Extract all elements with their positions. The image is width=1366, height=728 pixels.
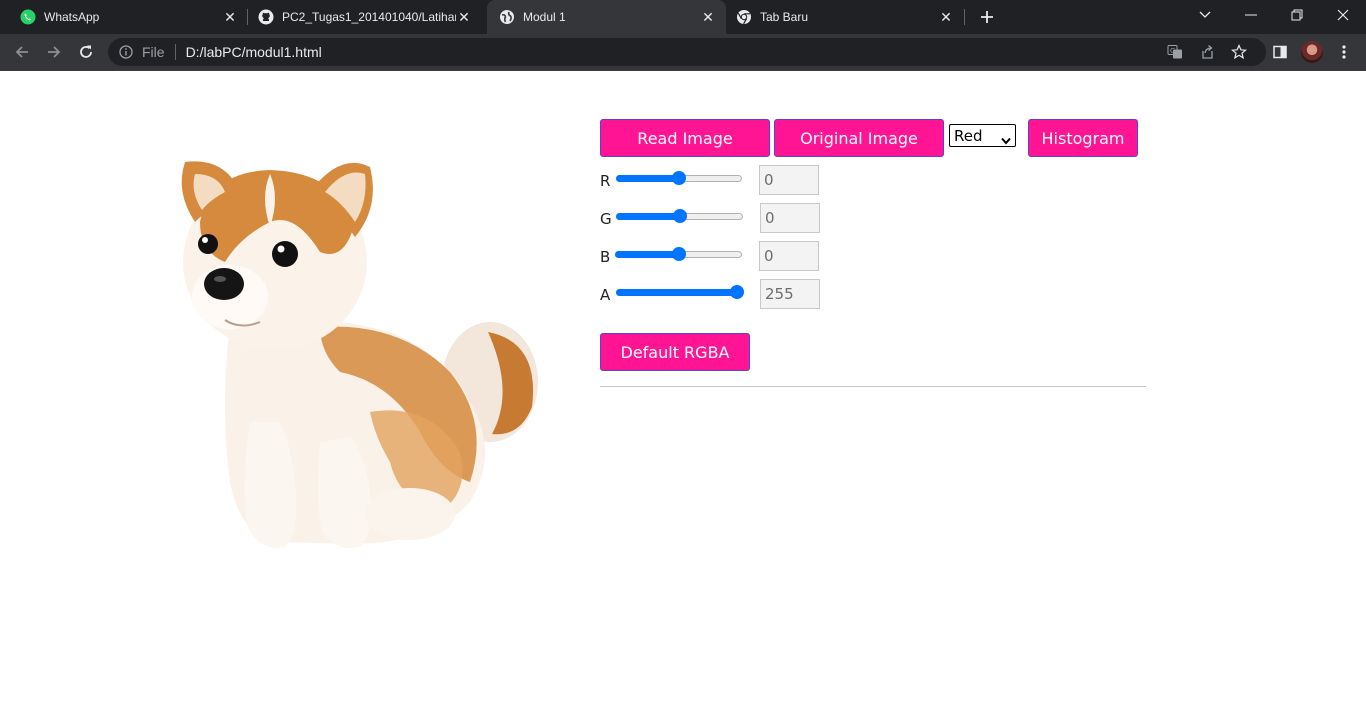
- url-text[interactable]: D:/labPC/modul1.html: [186, 44, 322, 60]
- slider-label-b: B: [600, 248, 611, 266]
- omnibox-divider: [174, 44, 176, 60]
- channel-select-value: Red: [954, 126, 983, 145]
- avatar: [1301, 41, 1323, 63]
- close-tab-icon[interactable]: ✕: [938, 9, 954, 25]
- tab-title: Tab Baru: [760, 10, 809, 24]
- g-value-field[interactable]: 0: [760, 203, 820, 233]
- tab-whatsapp[interactable]: WhatsApp ✕: [0, 0, 246, 34]
- r-value-field[interactable]: 0: [759, 165, 819, 195]
- slider-b[interactable]: [615, 246, 742, 262]
- translate-icon[interactable]: G: [1162, 38, 1188, 66]
- svg-text:G: G: [1170, 47, 1175, 55]
- address-bar[interactable]: File D:/labPC/modul1.html G: [108, 38, 1266, 66]
- close-window-icon[interactable]: [1320, 0, 1366, 30]
- globe-icon: [499, 9, 515, 25]
- original-image-button[interactable]: Original Image: [774, 119, 944, 157]
- read-image-button[interactable]: Read Image: [600, 119, 770, 157]
- minimize-icon[interactable]: [1228, 0, 1274, 30]
- bookmark-star-icon[interactable]: [1226, 38, 1252, 66]
- default-rgba-button[interactable]: Default RGBA: [600, 333, 750, 371]
- tab-separator: [964, 9, 965, 25]
- histogram-button[interactable]: Histogram: [1028, 119, 1138, 157]
- tab-title: PC2_Tugas1_201401040/LatihanM: [282, 10, 456, 24]
- chrome-icon: [736, 9, 752, 25]
- channel-select[interactable]: Red: [949, 124, 1016, 147]
- tab-modul-1[interactable]: Modul 1 ✕: [487, 0, 726, 34]
- slider-thumb[interactable]: [671, 247, 686, 261]
- browser-toolbar: File D:/labPC/modul1.html G: [0, 34, 1366, 71]
- b-value-field[interactable]: 0: [759, 241, 819, 271]
- new-tab-button[interactable]: [976, 6, 998, 28]
- tab-title: WhatsApp: [44, 10, 100, 24]
- menu-kebab-icon[interactable]: [1330, 38, 1358, 66]
- a-value-field[interactable]: 255: [760, 279, 820, 309]
- page-content: Read Image Original Image Red Histogram …: [0, 72, 1366, 728]
- slider-fill: [616, 213, 680, 220]
- tab-search-chevron-icon[interactable]: [1182, 0, 1228, 30]
- slider-label-r: R: [600, 172, 611, 190]
- slider-g[interactable]: [616, 208, 743, 224]
- slider-fill: [616, 175, 679, 182]
- divider: [600, 386, 1146, 387]
- back-icon[interactable]: [8, 38, 36, 66]
- tab-strip: WhatsApp ✕ PC2_Tugas1_201401040/LatihanM…: [0, 0, 1366, 34]
- slider-label-g: G: [600, 210, 612, 228]
- chevron-down-icon: [1001, 131, 1011, 149]
- dog-image: [181, 161, 538, 548]
- tab-title: Modul 1: [523, 10, 566, 24]
- profile-avatar[interactable]: [1298, 38, 1326, 66]
- slider-r[interactable]: [616, 170, 742, 186]
- slider-fill: [615, 251, 679, 258]
- slider-thumb[interactable]: [672, 171, 686, 185]
- close-tab-icon[interactable]: ✕: [222, 9, 238, 25]
- slider-fill: [616, 289, 737, 296]
- restore-icon[interactable]: [1274, 0, 1320, 30]
- tab-tab-baru[interactable]: Tab Baru ✕: [726, 0, 964, 34]
- slider-thumb[interactable]: [672, 209, 687, 223]
- url-scheme-label: File: [142, 44, 165, 60]
- close-tab-icon[interactable]: ✕: [700, 9, 716, 25]
- github-icon: [258, 9, 274, 25]
- slider-a[interactable]: [616, 284, 744, 300]
- close-tab-icon[interactable]: ✕: [456, 9, 472, 25]
- reload-icon[interactable]: [72, 38, 100, 66]
- site-info-icon[interactable]: [118, 44, 134, 60]
- slider-label-a: A: [600, 286, 611, 304]
- side-panel-icon[interactable]: [1266, 38, 1294, 66]
- tab-github[interactable]: PC2_Tugas1_201401040/LatihanM ✕: [238, 0, 486, 34]
- whatsapp-icon: [20, 9, 36, 25]
- share-icon[interactable]: [1194, 38, 1220, 66]
- forward-icon[interactable]: [40, 38, 68, 66]
- slider-thumb[interactable]: [730, 285, 744, 299]
